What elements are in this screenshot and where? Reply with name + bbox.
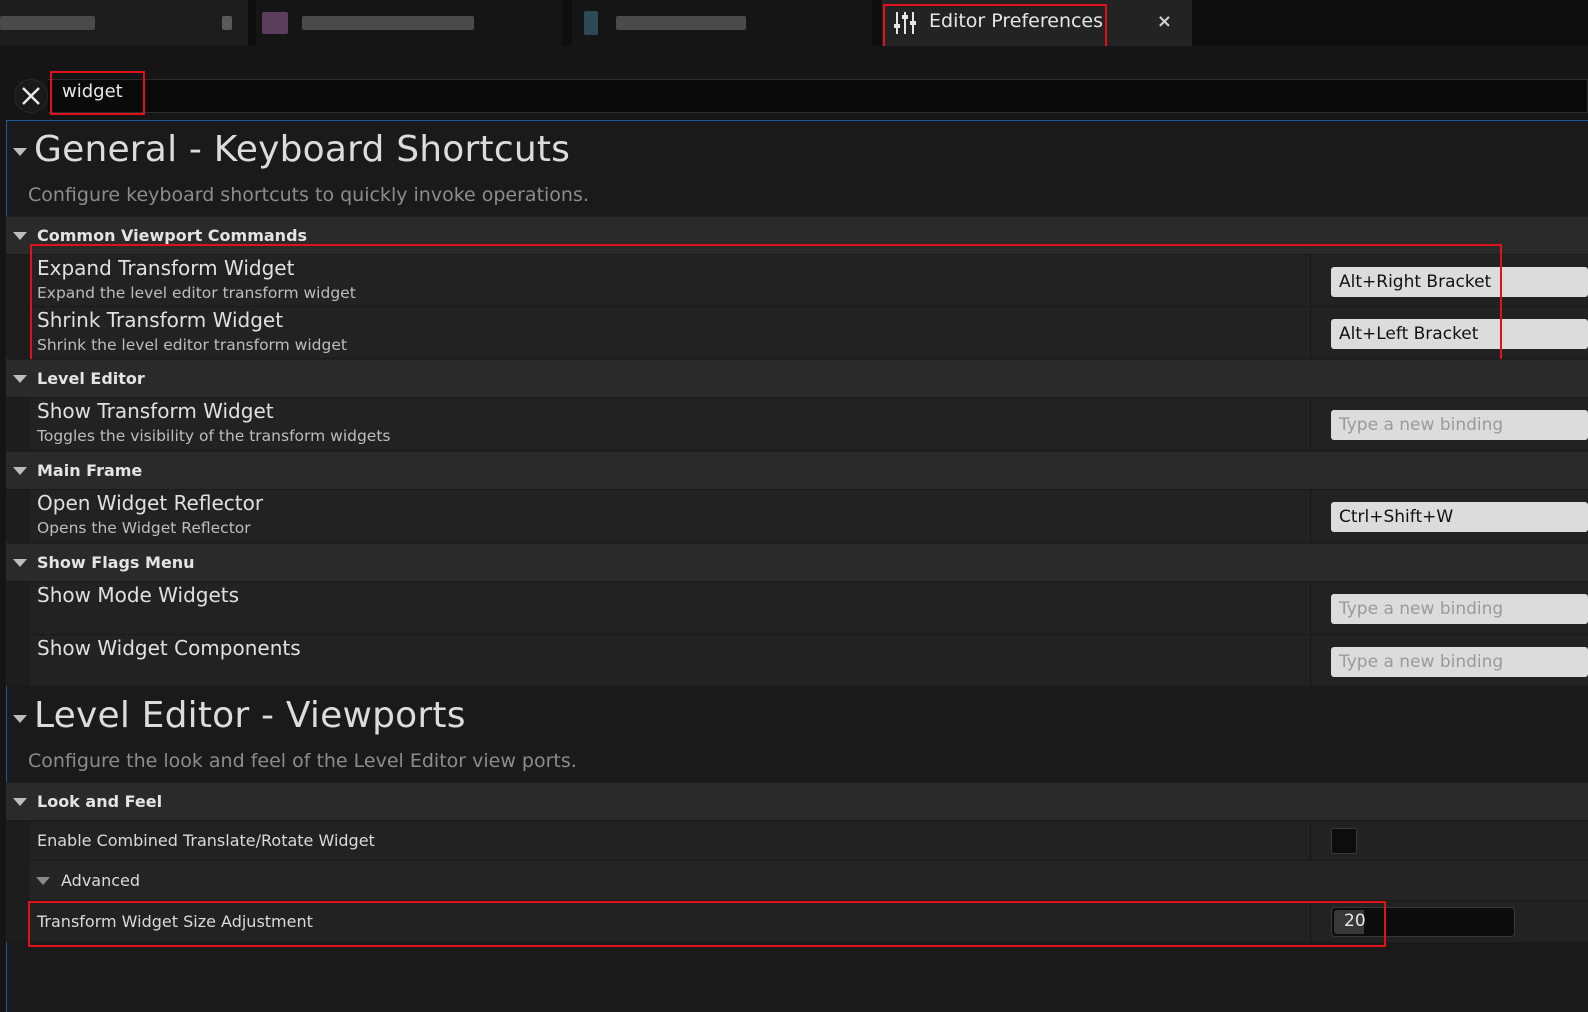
binding-field[interactable]: Type a new binding xyxy=(1331,410,1588,440)
tab-blurred-3[interactable] xyxy=(572,0,872,46)
close-icon xyxy=(22,87,40,105)
section-title: Level Editor - Viewports xyxy=(34,695,466,736)
binding-field[interactable]: Ctrl+Shift+W xyxy=(1331,502,1588,532)
combined-widget-checkbox[interactable] xyxy=(1331,828,1357,854)
tab-title: Editor Preferences xyxy=(929,10,1104,32)
category-common-viewport-commands[interactable]: Common Viewport Commands xyxy=(6,216,1588,254)
category-label: Level Editor xyxy=(37,369,145,388)
category-label: Common Viewport Commands xyxy=(37,226,308,245)
row-name: Enable Combined Translate/Rotate Widget xyxy=(37,831,375,850)
row-description: Opens the Widget Reflector xyxy=(37,519,251,537)
sliders-icon xyxy=(894,12,916,34)
category-collapse-icon xyxy=(13,375,27,383)
row-show-mode-widgets: Show Mode Widgets Type a new binding xyxy=(6,581,1588,634)
category-collapse-icon xyxy=(13,467,27,475)
size-adjustment-spinbox[interactable]: 20 xyxy=(1331,907,1515,937)
tab-blurred-2[interactable] xyxy=(256,0,562,46)
row-show-transform-widget: Show Transform Widget Toggles the visibi… xyxy=(6,397,1588,450)
binding-field[interactable]: Alt+Left Bracket xyxy=(1331,319,1588,349)
row-name: Transform Widget Size Adjustment xyxy=(37,912,313,931)
binding-field[interactable]: Alt+Right Bracket xyxy=(1331,267,1588,297)
advanced-collapse-icon xyxy=(36,877,50,885)
search-input[interactable] xyxy=(48,79,1588,113)
binding-field[interactable]: Type a new binding xyxy=(1331,647,1588,677)
row-name: Show Widget Components xyxy=(37,636,301,660)
row-shrink-transform-widget: Shrink Transform Widget Shrink the level… xyxy=(6,306,1588,358)
section-collapse-icon[interactable] xyxy=(13,715,27,723)
tab-editor-preferences[interactable]: Editor Preferences × xyxy=(882,0,1192,46)
size-adjustment-value: 20 xyxy=(1344,911,1366,931)
row-name: Show Mode Widgets xyxy=(37,583,240,607)
section-title: General - Keyboard Shortcuts xyxy=(34,129,571,170)
section-description: Configure the look and feel of the Level… xyxy=(28,750,577,772)
category-look-and-feel[interactable]: Look and Feel xyxy=(6,782,1588,820)
row-transform-widget-size-adjustment: Transform Widget Size Adjustment 20 xyxy=(6,900,1588,942)
category-collapse-icon xyxy=(13,559,27,567)
row-expand-transform-widget: Expand Transform Widget Expand the level… xyxy=(6,254,1588,306)
row-description: Expand the level editor transform widget xyxy=(37,284,356,302)
category-label: Show Flags Menu xyxy=(37,553,195,572)
row-combined-translate-rotate: Enable Combined Translate/Rotate Widget xyxy=(6,820,1588,860)
category-collapse-icon xyxy=(13,232,27,240)
row-description: Toggles the visibility of the transform … xyxy=(37,427,391,445)
category-label: Main Frame xyxy=(37,461,143,480)
category-show-flags-menu[interactable]: Show Flags Menu xyxy=(6,543,1588,581)
search-value: widget xyxy=(62,81,123,102)
row-name: Show Transform Widget xyxy=(37,399,274,423)
section-description: Configure keyboard shortcuts to quickly … xyxy=(28,184,589,206)
search-clear-button[interactable] xyxy=(14,79,48,113)
tab-close-icon[interactable]: × xyxy=(1157,11,1172,32)
advanced-group[interactable]: Advanced xyxy=(6,860,1588,900)
tab-bar: Editor Preferences × xyxy=(0,0,1588,46)
category-label: Look and Feel xyxy=(37,792,163,811)
row-name: Expand Transform Widget xyxy=(37,256,295,280)
tab-blurred-1[interactable] xyxy=(0,0,248,46)
category-main-frame[interactable]: Main Frame xyxy=(6,451,1588,489)
row-description: Shrink the level editor transform widget xyxy=(37,336,347,354)
row-open-widget-reflector: Open Widget Reflector Opens the Widget R… xyxy=(6,489,1588,542)
category-level-editor[interactable]: Level Editor xyxy=(6,359,1588,397)
advanced-label: Advanced xyxy=(61,871,141,890)
category-collapse-icon xyxy=(13,798,27,806)
binding-field[interactable]: Type a new binding xyxy=(1331,594,1588,624)
row-name: Open Widget Reflector xyxy=(37,491,264,515)
row-show-widget-components: Show Widget Components Type a new bindin… xyxy=(6,634,1588,686)
row-name: Shrink Transform Widget xyxy=(37,308,284,332)
section-collapse-icon[interactable] xyxy=(13,148,27,156)
